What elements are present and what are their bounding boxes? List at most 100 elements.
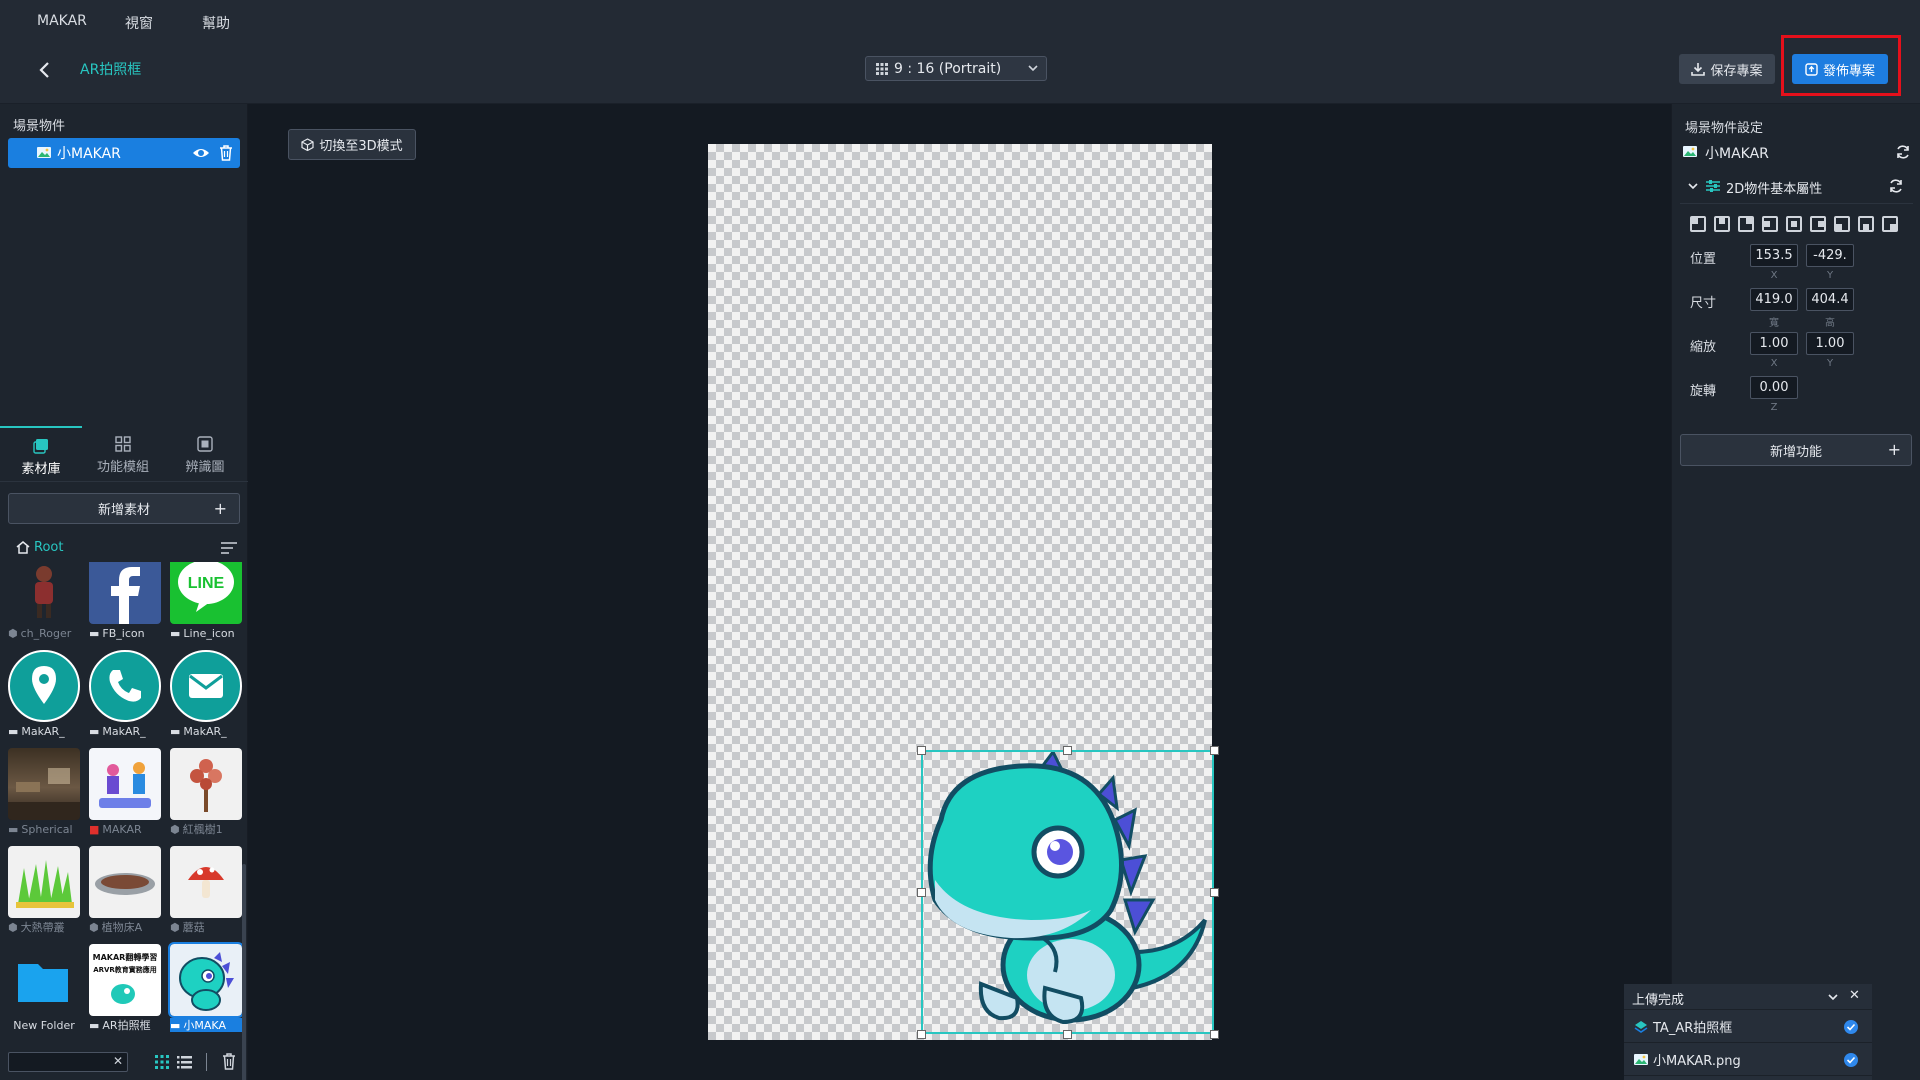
asset-item[interactable]: ⬢ 紅楓樹1 xyxy=(170,748,242,840)
ar-frame-text-1: MAKAR翻轉學習 xyxy=(93,952,158,962)
chevron-down-icon[interactable] xyxy=(1828,993,1838,1001)
asset-item[interactable]: New Folder xyxy=(8,944,80,1032)
scene-item-makar[interactable]: 小MAKAR xyxy=(8,138,240,168)
asset-label: MakAR_ xyxy=(21,724,65,738)
asset-item[interactable]: ▬ MakAR_ xyxy=(8,650,80,742)
anchor-top-right-icon[interactable] xyxy=(1738,216,1754,232)
asset-item[interactable]: ⬢ 植物床A xyxy=(89,846,161,938)
asset-item[interactable]: ▬ MakAR_ xyxy=(89,650,161,742)
tab-modules[interactable]: 功能模組 xyxy=(82,426,164,482)
asset-item-selected[interactable]: ▬ 小MAKA xyxy=(168,942,244,1032)
resize-handle[interactable] xyxy=(1063,746,1072,755)
scale-label: 縮放 xyxy=(1690,340,1717,355)
refresh-icon[interactable] xyxy=(1895,144,1911,160)
video-icon: ■ xyxy=(89,822,100,836)
height-label: 高 xyxy=(1825,318,1835,329)
selection-box[interactable] xyxy=(921,750,1214,1034)
asset-item[interactable]: ▬ FB_icon xyxy=(89,562,161,644)
upload-item: 小MAKAR.png xyxy=(1624,1044,1872,1076)
resize-handle[interactable] xyxy=(1210,746,1219,755)
close-icon[interactable]: ✕ xyxy=(1849,988,1860,1003)
trash-icon[interactable] xyxy=(219,145,233,161)
save-project-button[interactable]: 保存專案 xyxy=(1679,54,1775,84)
axis-y-label: Y xyxy=(1826,270,1834,281)
grid-view-icon[interactable] xyxy=(155,1055,169,1069)
marker-icon xyxy=(197,436,213,452)
upload-status-header: 上傳完成 ✕ xyxy=(1624,984,1872,1010)
anchor-bottom-left-icon[interactable] xyxy=(1834,216,1850,232)
location-pin-icon xyxy=(8,650,80,722)
resize-handle[interactable] xyxy=(1210,1030,1219,1039)
switch-3d-mode-button[interactable]: 切換至3D模式 xyxy=(288,129,416,160)
refresh-icon[interactable] xyxy=(1888,178,1904,194)
image-icon: ▬ xyxy=(170,1018,181,1032)
sort-icon[interactable] xyxy=(221,542,237,554)
check-icon xyxy=(1844,1053,1858,1067)
line-icon: LINE xyxy=(170,562,242,624)
eye-icon[interactable] xyxy=(192,145,210,161)
plus-icon: + xyxy=(213,499,227,518)
asset-label: 大熱帶叢 xyxy=(20,921,65,934)
chevron-down-icon xyxy=(1028,64,1038,72)
left-panel: 場景物件 小MAKAR 素材庫 功能模組 辨識圖 新增素材 + Root ⬢ c… xyxy=(0,104,248,1080)
width-input[interactable]: 419.0 xyxy=(1750,288,1798,311)
position-y-input[interactable]: -429. xyxy=(1806,244,1854,267)
asset-item[interactable]: ▬ MakAR_ xyxy=(170,650,242,742)
resize-handle[interactable] xyxy=(917,888,926,897)
asset-label: AR拍照框 xyxy=(102,1019,151,1032)
tab-markers[interactable]: 辨識圖 xyxy=(164,426,246,482)
asset-item[interactable]: ▬ Spherical xyxy=(8,748,80,840)
position-x-input[interactable]: 153.5 xyxy=(1750,244,1798,267)
scale-x-input[interactable]: 1.00 xyxy=(1750,332,1798,355)
list-view-icon[interactable] xyxy=(177,1055,192,1069)
height-input[interactable]: 404.4 xyxy=(1806,288,1854,311)
resize-handle[interactable] xyxy=(917,746,926,755)
asset-label: 植物床A xyxy=(101,921,143,934)
resize-handle[interactable] xyxy=(1063,1030,1072,1039)
anchor-bottom-center-icon[interactable] xyxy=(1858,216,1874,232)
menu-makar[interactable]: MAKAR xyxy=(37,13,87,29)
add-function-button[interactable]: 新增功能 + xyxy=(1680,434,1912,466)
tab-assets[interactable]: 素材庫 xyxy=(0,426,82,482)
basic-properties-header[interactable]: 2D物件基本屬性 xyxy=(1680,170,1913,204)
modules-icon xyxy=(115,436,131,452)
anchor-middle-left-icon[interactable] xyxy=(1762,216,1778,232)
asset-item[interactable]: ⬢ ch_Roger xyxy=(8,562,80,644)
asset-item[interactable]: ⬢ 蘑菇 xyxy=(170,846,242,938)
anchor-top-center-icon[interactable] xyxy=(1714,216,1730,232)
anchor-top-left-icon[interactable] xyxy=(1690,216,1706,232)
mini-makar-thumbnail xyxy=(168,942,244,1018)
anchor-middle-right-icon[interactable] xyxy=(1810,216,1826,232)
axis-x-label: X xyxy=(1770,358,1778,369)
tab-modules-label: 功能模組 xyxy=(96,460,149,475)
asset-search-input[interactable]: ✕ xyxy=(8,1052,128,1072)
asset-item[interactable]: ■ MAKAR xyxy=(89,748,161,840)
project-title: AR拍照框 xyxy=(80,62,142,78)
image-icon: ▬ xyxy=(8,724,19,738)
asset-grid: ⬢ ch_Roger ▬ FB_icon LINE ▬ Line_icon ▬ MakA… xyxy=(0,562,244,1032)
menu-window[interactable]: 視窗 xyxy=(125,13,153,33)
anchor-center-icon[interactable] xyxy=(1786,216,1802,232)
back-arrow-icon[interactable] xyxy=(34,59,56,81)
scale-y-input[interactable]: 1.00 xyxy=(1806,332,1854,355)
trash-icon[interactable] xyxy=(222,1053,236,1070)
root-label: Root xyxy=(34,540,64,555)
upload-status-panel: 上傳完成 ✕ TA_AR拍照框 小MAKAR.png xyxy=(1624,984,1872,1080)
resize-handle[interactable] xyxy=(917,1030,926,1039)
clear-icon[interactable]: ✕ xyxy=(113,1054,123,1068)
breadcrumb-root[interactable]: Root xyxy=(16,540,63,555)
mushroom-thumbnail xyxy=(170,846,242,918)
asset-label: 紅楓樹1 xyxy=(182,823,223,836)
aspect-ratio-select[interactable]: 9 : 16 (Portrait) xyxy=(865,56,1047,81)
asset-item[interactable]: MAKAR翻轉學習 ARVR教育實務應用 ▬ AR拍照框 xyxy=(89,944,161,1032)
add-asset-button[interactable]: 新增素材 + xyxy=(8,493,240,524)
menu-help[interactable]: 幫助 xyxy=(202,13,230,33)
tab-assets-label: 素材庫 xyxy=(21,462,61,477)
asset-item[interactable]: LINE ▬ Line_icon xyxy=(170,562,242,644)
resize-handle[interactable] xyxy=(1210,888,1219,897)
model-icon: ⬢ xyxy=(170,822,180,836)
rotation-z-input[interactable]: 0.00 xyxy=(1750,376,1798,399)
anchor-bottom-right-icon[interactable] xyxy=(1882,216,1898,232)
asset-item[interactable]: ⬢ 大熱帶叢 xyxy=(8,846,80,938)
scene-objects-title: 場景物件 xyxy=(13,119,66,134)
